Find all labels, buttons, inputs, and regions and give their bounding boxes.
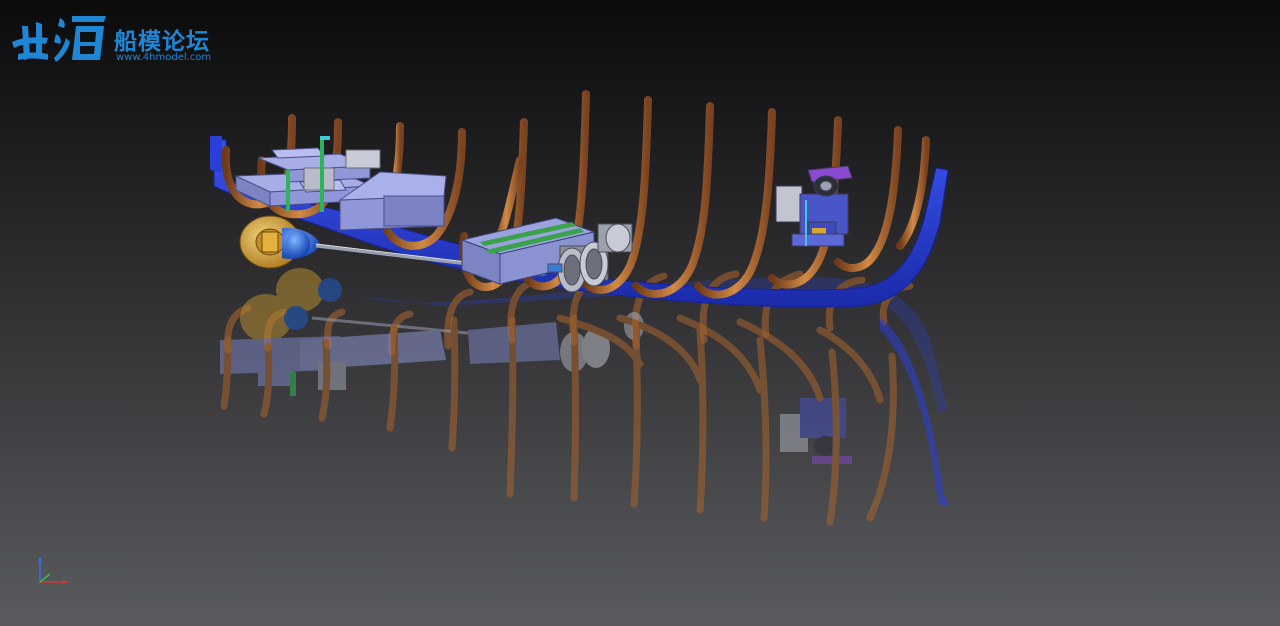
stern-fin bbox=[210, 136, 222, 172]
watermark-url: www.4hmodel.com bbox=[116, 52, 212, 63]
axis-triad-icon[interactable] bbox=[34, 552, 74, 592]
watermark-logo-icon bbox=[12, 16, 106, 62]
ship-model[interactable] bbox=[210, 90, 949, 308]
fore-equipment bbox=[775, 165, 853, 247]
watermark: 船模论坛 www.4hmodel.com bbox=[8, 8, 248, 66]
watermark-title: 船模论坛 bbox=[114, 29, 210, 55]
motor-assembly bbox=[239, 215, 320, 269]
cad-viewport[interactable]: 船模论坛 www.4hmodel.com bbox=[0, 0, 1280, 626]
ship-model-scene[interactable] bbox=[0, 0, 1280, 626]
